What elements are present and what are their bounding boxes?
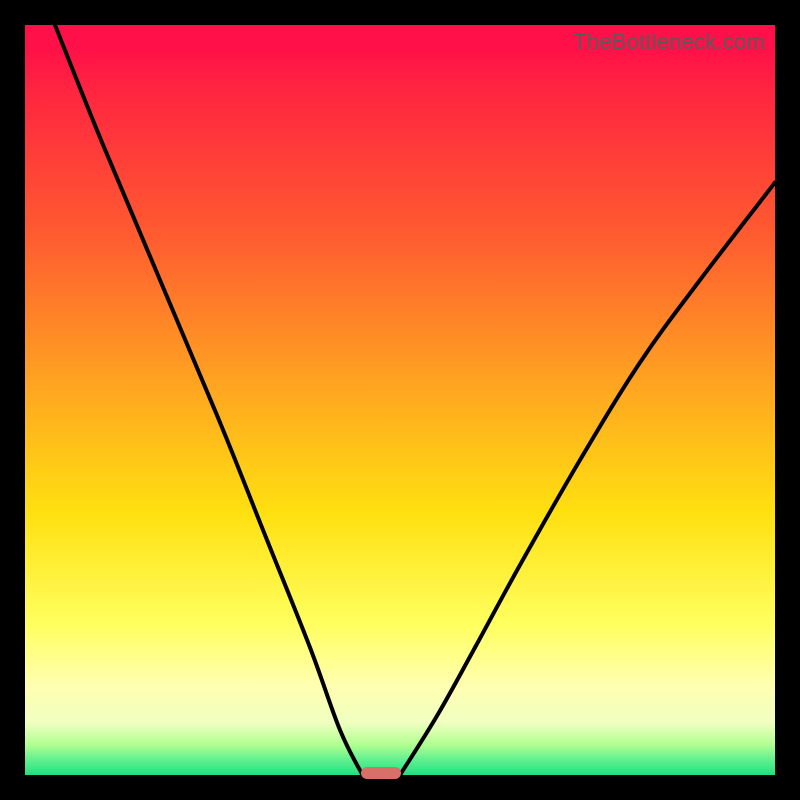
- right-curve: [400, 183, 775, 776]
- chart-frame: TheBottleneck.com: [25, 25, 775, 775]
- bottleneck-curves: [25, 25, 775, 775]
- optimal-marker: [361, 767, 401, 779]
- left-curve: [55, 25, 363, 775]
